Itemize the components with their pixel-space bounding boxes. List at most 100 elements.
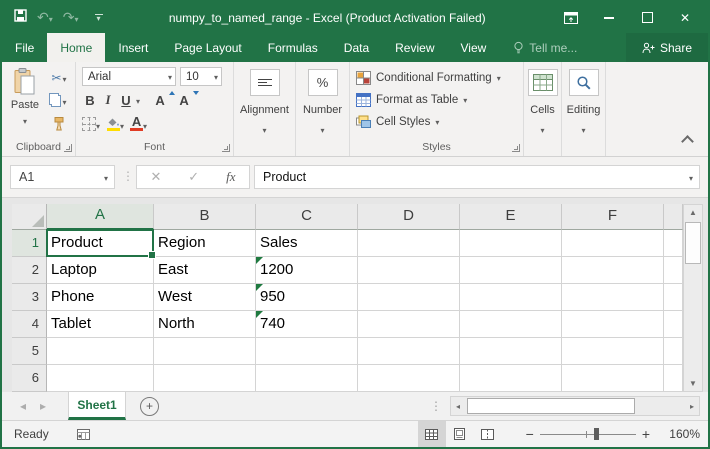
select-all-corner[interactable] bbox=[12, 204, 47, 230]
cell-f1[interactable] bbox=[562, 230, 664, 257]
cell-styles-button[interactable]: Cell Styles bbox=[356, 112, 439, 132]
font-size-combo[interactable]: 10 bbox=[180, 67, 222, 86]
cell-f2[interactable] bbox=[562, 257, 664, 284]
cell-c6[interactable] bbox=[256, 365, 358, 392]
cell-e2[interactable] bbox=[460, 257, 562, 284]
formula-input[interactable]: Product bbox=[254, 165, 700, 189]
cell-d1[interactable] bbox=[358, 230, 460, 257]
font-dialog-launcher-icon[interactable] bbox=[222, 144, 230, 152]
column-header-partial[interactable] bbox=[664, 204, 683, 230]
fill-handle[interactable] bbox=[148, 251, 156, 259]
tab-page-layout[interactable]: Page Layout bbox=[161, 33, 254, 62]
alignment-group[interactable]: Alignment bbox=[234, 62, 296, 156]
cell-d6[interactable] bbox=[358, 365, 460, 392]
enter-check-icon[interactable]: ✓ bbox=[188, 169, 199, 185]
cells-group[interactable]: Cells bbox=[524, 62, 562, 156]
conditional-formatting-button[interactable]: Conditional Formatting bbox=[356, 68, 501, 88]
add-sheet-button[interactable]: + bbox=[140, 397, 159, 416]
cancel-icon[interactable]: ✕ bbox=[150, 169, 161, 185]
scroll-down-icon[interactable]: ▼ bbox=[684, 376, 702, 391]
tab-formulas[interactable]: Formulas bbox=[255, 33, 331, 62]
cell-a3[interactable]: Phone bbox=[47, 284, 154, 311]
horizontal-scrollbar-thumb[interactable] bbox=[467, 398, 635, 414]
cell-e6[interactable] bbox=[460, 365, 562, 392]
minimize-button[interactable] bbox=[590, 2, 628, 33]
zoom-level[interactable]: 160% bbox=[656, 427, 700, 441]
row-header-2[interactable]: 2 bbox=[12, 257, 47, 284]
row-header-4[interactable]: 4 bbox=[12, 311, 47, 338]
previous-sheet-icon[interactable]: ◂ bbox=[20, 399, 26, 413]
row-header-6[interactable]: 6 bbox=[12, 365, 47, 392]
tab-home[interactable]: Home bbox=[47, 33, 105, 62]
column-header-f[interactable]: F bbox=[562, 204, 664, 230]
cell-e1[interactable] bbox=[460, 230, 562, 257]
sheet-tab-sheet1[interactable]: Sheet1 bbox=[68, 392, 126, 420]
zoom-slider-thumb[interactable] bbox=[594, 428, 599, 440]
formula-bar-expand-icon[interactable] bbox=[689, 170, 699, 184]
tell-me-box[interactable]: Tell me... bbox=[503, 33, 587, 62]
page-layout-view-button[interactable] bbox=[446, 421, 474, 447]
scroll-right-icon[interactable]: ▸ bbox=[685, 402, 699, 411]
increase-font-size-button[interactable]: A bbox=[152, 90, 174, 110]
insert-function-icon[interactable]: fx bbox=[226, 169, 235, 185]
ribbon-display-options-button[interactable] bbox=[552, 2, 590, 33]
cell-a1[interactable]: Product bbox=[47, 230, 154, 257]
italic-button[interactable]: I bbox=[100, 90, 116, 110]
underline-button[interactable]: U bbox=[118, 90, 134, 110]
vertical-scrollbar-thumb[interactable] bbox=[685, 222, 701, 264]
cell-a2[interactable]: Laptop bbox=[47, 257, 154, 284]
row-header-3[interactable]: 3 bbox=[12, 284, 47, 311]
cell-partial[interactable] bbox=[664, 230, 683, 257]
name-box[interactable]: A1 bbox=[10, 165, 115, 189]
maximize-button[interactable] bbox=[628, 2, 666, 33]
cut-button[interactable]: ✂ bbox=[48, 68, 70, 87]
cell-c2[interactable]: 1200 bbox=[256, 257, 358, 284]
horizontal-scrollbar[interactable]: ◂ ▸ bbox=[450, 396, 700, 416]
cell-a6[interactable] bbox=[47, 365, 154, 392]
cell-f6[interactable] bbox=[562, 365, 664, 392]
zoom-in-button[interactable]: + bbox=[636, 426, 656, 442]
normal-view-button[interactable] bbox=[418, 421, 446, 447]
cell-b5[interactable] bbox=[154, 338, 256, 365]
vertical-scrollbar[interactable]: ▲ ▼ bbox=[683, 204, 703, 392]
tab-insert[interactable]: Insert bbox=[105, 33, 161, 62]
cell-b1[interactable]: Region bbox=[154, 230, 256, 257]
cell-c5[interactable] bbox=[256, 338, 358, 365]
cell-a5[interactable] bbox=[47, 338, 154, 365]
cell-f3[interactable] bbox=[562, 284, 664, 311]
cell-partial[interactable] bbox=[664, 257, 683, 284]
cell-b6[interactable] bbox=[154, 365, 256, 392]
collapse-ribbon-icon[interactable] bbox=[681, 135, 694, 148]
cell-c3[interactable]: 950 bbox=[256, 284, 358, 311]
tab-file[interactable]: File bbox=[2, 33, 47, 62]
customize-quick-access-button[interactable]: ▾ bbox=[95, 14, 103, 21]
zoom-out-button[interactable]: − bbox=[520, 426, 540, 442]
horizontal-scrollbar-track[interactable] bbox=[465, 397, 685, 415]
tab-view[interactable]: View bbox=[448, 33, 500, 62]
decrease-font-size-button[interactable]: A bbox=[176, 90, 198, 110]
undo-button[interactable]: ↶▾ bbox=[37, 9, 53, 27]
scroll-up-icon[interactable]: ▲ bbox=[684, 205, 702, 220]
cell-c1[interactable]: Sales bbox=[256, 230, 358, 257]
column-header-e[interactable]: E bbox=[460, 204, 562, 230]
paste-button[interactable]: Paste bbox=[7, 68, 43, 140]
cell-d5[interactable] bbox=[358, 338, 460, 365]
bold-button[interactable]: B bbox=[82, 90, 98, 110]
tab-review[interactable]: Review bbox=[382, 33, 447, 62]
close-button[interactable]: ✕ bbox=[666, 2, 704, 33]
tab-data[interactable]: Data bbox=[331, 33, 382, 62]
editing-group[interactable]: Editing bbox=[562, 62, 606, 156]
cell-d4[interactable] bbox=[358, 311, 460, 338]
cell-d3[interactable] bbox=[358, 284, 460, 311]
cell-e5[interactable] bbox=[460, 338, 562, 365]
cell-d2[interactable] bbox=[358, 257, 460, 284]
copy-button[interactable] bbox=[48, 91, 70, 110]
cell-c4[interactable]: 740 bbox=[256, 311, 358, 338]
number-group[interactable]: % Number bbox=[296, 62, 350, 156]
font-color-button[interactable]: A bbox=[130, 114, 147, 134]
format-painter-button[interactable] bbox=[48, 114, 70, 133]
column-header-c[interactable]: C bbox=[256, 204, 358, 230]
macro-record-button[interactable] bbox=[77, 429, 90, 440]
cell-f5[interactable] bbox=[562, 338, 664, 365]
cell-partial[interactable] bbox=[664, 284, 683, 311]
